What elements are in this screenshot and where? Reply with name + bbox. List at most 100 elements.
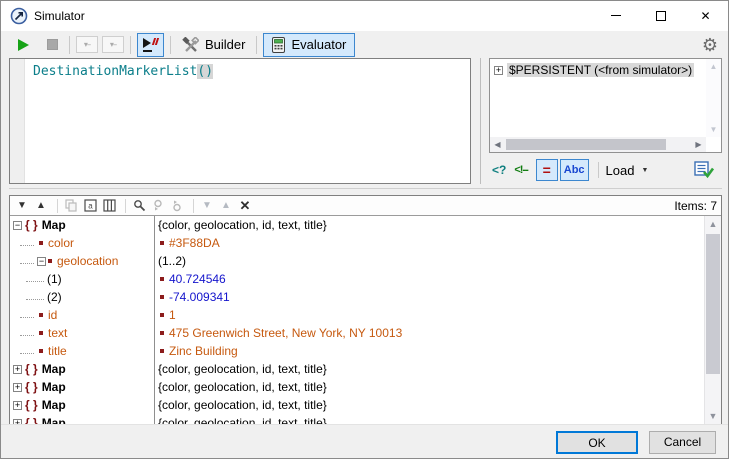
scroll-up-icon[interactable]: ▲ bbox=[706, 59, 721, 74]
tree-row[interactable]: id1 bbox=[10, 306, 704, 324]
equals-toggle-button[interactable]: = bbox=[536, 159, 558, 181]
tree-value-cell: #3F88DA bbox=[154, 234, 220, 252]
goto-next-icon[interactable]: ▼ bbox=[199, 198, 215, 214]
tree-value-cell: (1..2) bbox=[154, 252, 186, 270]
scrollbar-thumb[interactable] bbox=[506, 139, 666, 150]
settings-gear-icon[interactable]: ⚙ bbox=[702, 34, 718, 56]
persistent-item-label: $PERSISTENT (<from simulator>) bbox=[507, 63, 694, 77]
results-vscrollbar[interactable]: ▲ ▼ bbox=[704, 216, 721, 424]
map-braces-icon: { } bbox=[25, 378, 38, 396]
xml-declaration-icon[interactable]: <? bbox=[492, 163, 506, 177]
abc-toggle-button[interactable]: Abc bbox=[560, 159, 589, 181]
breakpoint-button-2[interactable]: ▾-- bbox=[102, 36, 124, 53]
tree-value-label: {color, geolocation, id, text, title} bbox=[158, 414, 327, 424]
tree-key-cell: (1) bbox=[10, 270, 154, 288]
close-icon: ✕ bbox=[700, 10, 710, 22]
trace-toggle-button[interactable] bbox=[137, 33, 164, 57]
app-icon bbox=[10, 7, 28, 25]
tree-key-cell: −geolocation bbox=[10, 252, 154, 270]
scroll-down-icon[interactable]: ▼ bbox=[706, 122, 721, 137]
tree-key-label: Map bbox=[42, 360, 66, 378]
scroll-right-icon[interactable]: ▶ bbox=[691, 137, 706, 152]
builder-label: Builder bbox=[205, 37, 245, 52]
tree-value-label: 475 Greenwich Street, New York, NY 10013 bbox=[169, 324, 402, 342]
vertical-splitter[interactable] bbox=[480, 58, 481, 184]
expression-editor[interactable]: DestinationMarkerList() bbox=[9, 58, 471, 184]
columns-icon[interactable] bbox=[101, 198, 117, 214]
results-toolbar: ▼ ▲ a ▼ ▲ ✕ bbox=[10, 196, 721, 216]
scroll-left-icon[interactable]: ◀ bbox=[490, 137, 505, 152]
apply-results-icon[interactable] bbox=[694, 161, 714, 179]
tree-row[interactable]: text475 Greenwich Street, New York, NY 1… bbox=[10, 324, 704, 342]
tree-connector bbox=[26, 277, 44, 282]
tree-value-cell: 40.724546 bbox=[154, 270, 226, 288]
tree-key-cell: +{ }Map bbox=[10, 396, 154, 414]
close-button[interactable]: ✕ bbox=[683, 1, 728, 30]
tree-row[interactable]: +{ }Map{color, geolocation, id, text, ti… bbox=[10, 414, 704, 424]
minimize-button[interactable] bbox=[593, 1, 638, 30]
load-label: Load bbox=[606, 163, 635, 178]
expand-box-icon[interactable]: + bbox=[13, 383, 22, 392]
value-bullet-icon bbox=[160, 295, 164, 299]
ok-button[interactable]: OK bbox=[556, 431, 638, 454]
tree-value-label: 1 bbox=[169, 306, 176, 324]
tree-row[interactable]: −geolocation(1..2) bbox=[10, 252, 704, 270]
expand-box-icon[interactable]: + bbox=[494, 66, 503, 75]
goto-prev-icon[interactable]: ▲ bbox=[218, 198, 234, 214]
clear-icon[interactable]: ✕ bbox=[237, 198, 253, 214]
persistent-hscrollbar[interactable]: ◀ ▶ bbox=[490, 137, 706, 152]
horizontal-splitter[interactable] bbox=[9, 188, 722, 189]
tree-value-label: Zinc Building bbox=[169, 342, 238, 360]
value-bullet-icon bbox=[160, 349, 164, 353]
copy-as-text-icon[interactable]: a bbox=[82, 198, 98, 214]
tree-row[interactable]: title Zinc Building bbox=[10, 342, 704, 360]
expand-box-icon[interactable]: + bbox=[13, 365, 22, 374]
key-bullet-icon bbox=[39, 349, 43, 353]
find-icon[interactable] bbox=[131, 198, 147, 214]
tree-connector bbox=[20, 259, 34, 264]
scroll-down-icon[interactable]: ▼ bbox=[705, 408, 721, 424]
tree-key-cell: title bbox=[10, 342, 154, 360]
tree-key-label: Map bbox=[42, 378, 66, 396]
tree-row[interactable]: (1)40.724546 bbox=[10, 270, 704, 288]
xml-comment-icon[interactable]: <!-- bbox=[514, 164, 527, 176]
persistent-panel: + $PERSISTENT (<from simulator>) ▲ ▼ ◀ ▶ bbox=[489, 58, 722, 153]
collapse-all-icon[interactable]: ▲ bbox=[33, 198, 49, 214]
run-button[interactable] bbox=[13, 33, 34, 57]
expand-all-icon[interactable]: ▼ bbox=[14, 198, 30, 214]
copy-icon[interactable] bbox=[63, 198, 79, 214]
find-next-icon[interactable] bbox=[150, 198, 166, 214]
maximize-button[interactable] bbox=[638, 1, 683, 30]
stop-button[interactable] bbox=[42, 33, 63, 57]
find-prev-icon[interactable] bbox=[169, 198, 185, 214]
breakpoint-button-1[interactable]: ▾-- bbox=[76, 36, 98, 53]
scroll-up-icon[interactable]: ▲ bbox=[705, 216, 721, 232]
collapse-box-icon[interactable]: − bbox=[37, 257, 46, 266]
result-tree: − { } Map {color, geolocation, id, text, ti… bbox=[10, 216, 704, 424]
tree-rows: − { } Map {color, geolocation, id, text, ti… bbox=[10, 216, 704, 424]
close-paren: ) bbox=[205, 64, 213, 79]
toolbar-separator bbox=[130, 36, 131, 54]
tree-row[interactable]: +{ }Map{color, geolocation, id, text, ti… bbox=[10, 396, 704, 414]
expand-box-icon[interactable]: + bbox=[13, 401, 22, 410]
tree-row[interactable]: +{ } Map {color, geolocation, id, text, ti… bbox=[10, 378, 704, 396]
expression-text: DestinationMarkerList() bbox=[33, 64, 213, 79]
collapse-box-icon[interactable]: − bbox=[13, 221, 22, 230]
tree-row[interactable]: (2)-74.009341 bbox=[10, 288, 704, 306]
persistent-vscrollbar[interactable]: ▲ ▼ bbox=[706, 59, 721, 137]
persistent-tree-item[interactable]: + $PERSISTENT (<from simulator>) bbox=[494, 63, 694, 77]
tree-key-label: Map bbox=[42, 396, 66, 414]
tree-value-cell: Zinc Building bbox=[154, 342, 238, 360]
key-bullet-icon bbox=[39, 313, 43, 317]
cancel-button[interactable]: Cancel bbox=[649, 431, 716, 454]
evaluator-button[interactable]: Evaluator bbox=[263, 33, 355, 57]
tree-value-label: {color, geolocation, id, text, title} bbox=[158, 378, 327, 396]
tree-row[interactable]: −{ }Map{color, geolocation, id, text, ti… bbox=[10, 216, 704, 234]
scrollbar-thumb[interactable] bbox=[706, 234, 720, 374]
load-dropdown-button[interactable]: Load ▼ bbox=[606, 163, 649, 178]
column-divider[interactable] bbox=[154, 216, 155, 424]
tree-row[interactable]: color#3F88DA bbox=[10, 234, 704, 252]
simulator-window: Simulator ✕ ▾-- ▾-- bbox=[0, 0, 729, 459]
tree-row[interactable]: +{ }Map{color, geolocation, id, text, ti… bbox=[10, 360, 704, 378]
builder-button[interactable]: Builder bbox=[177, 33, 250, 57]
